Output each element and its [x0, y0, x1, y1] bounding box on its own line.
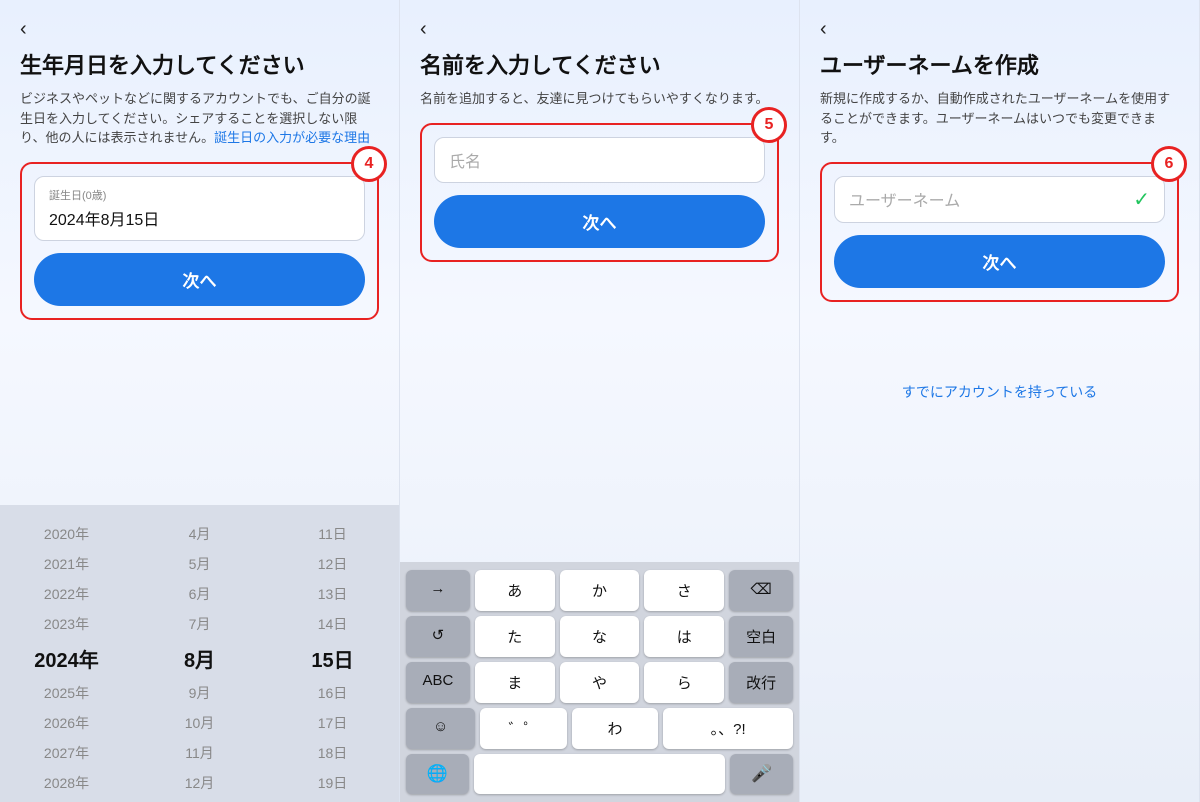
day-15[interactable]: 15日 [266, 639, 399, 678]
next-button-3[interactable]: 次へ [834, 235, 1165, 288]
year-2023[interactable]: 2023年 [0, 609, 133, 639]
screen-name: ‹ 名前を入力してください 名前を追加すると、友達に見つけてもらいやすくなります… [400, 0, 800, 802]
kb-delete-key[interactable]: ⌫ [729, 570, 793, 611]
kb-wa-key[interactable]: わ [572, 708, 659, 749]
month-8[interactable]: 8月 [133, 639, 266, 678]
month-4[interactable]: 4月 [133, 519, 266, 549]
screen1-highlight: 4 誕生日(0歳) 2024年8月15日 次へ [20, 162, 379, 320]
username-placeholder: ユーザーネーム [849, 187, 960, 211]
checkmark-icon: ✓ [1133, 187, 1150, 212]
screen1-title: 生年月日を入力してください [20, 53, 379, 79]
kb-row-3: ABC ま や ら 改行 [406, 662, 793, 703]
back-button-1[interactable]: ‹ [20, 18, 379, 41]
screen3-desc: 新規に作成するか、自動作成されたユーザーネームを使用することができます。ユーザー… [820, 89, 1179, 148]
day-11[interactable]: 11日 [266, 519, 399, 549]
kb-spacebar[interactable] [474, 754, 725, 794]
birthday-input-value: 2024年8月15日 [49, 206, 350, 230]
month-12[interactable]: 12月 [133, 768, 266, 798]
screen3-top: ‹ ユーザーネームを作成 新規に作成するか、自動作成されたユーザーネームを使用す… [800, 0, 1199, 428]
month-col[interactable]: 4月 5月 6月 7月 8月 9月 10月 11月 12月 [133, 515, 266, 802]
screen3-highlight: 6 ユーザーネーム ✓ 次へ [820, 162, 1179, 302]
kb-row-1: → あ か さ ⌫ [406, 570, 793, 611]
kb-abc-key[interactable]: ABC [406, 662, 470, 703]
year-2024[interactable]: 2024年 [0, 639, 133, 678]
next-button-1[interactable]: 次へ [34, 253, 365, 306]
username-input[interactable]: ユーザーネーム ✓ [834, 176, 1165, 223]
kb-row-4: ☺ ゛゜ わ 。、?! [406, 708, 793, 749]
year-2028[interactable]: 2028年 [0, 768, 133, 798]
day-19[interactable]: 19日 [266, 768, 399, 798]
day-17[interactable]: 17日 [266, 708, 399, 738]
month-10[interactable]: 10月 [133, 708, 266, 738]
kb-undo-key[interactable]: ↺ [406, 616, 470, 657]
screen3-title: ユーザーネームを作成 [820, 53, 1179, 79]
back-button-3[interactable]: ‹ [820, 18, 1179, 41]
japanese-keyboard[interactable]: → あ か さ ⌫ ↺ た な は 空白 ABC ま や ら 改行 ☺ [400, 562, 799, 802]
kb-na-key[interactable]: な [560, 616, 640, 657]
kb-dakuten-key[interactable]: ゛゜ [480, 708, 567, 749]
screen2-title: 名前を入力してください [420, 53, 779, 79]
screen2-top: ‹ 名前を入力してください 名前を追加すると、友達に見つけてもらいやすくなります… [400, 0, 799, 284]
back-button-2[interactable]: ‹ [420, 18, 779, 41]
year-col[interactable]: 2020年 2021年 2022年 2023年 2024年 2025年 2026… [0, 515, 133, 802]
already-have-account: すでにアカウントを持っている [820, 368, 1179, 412]
day-14[interactable]: 14日 [266, 609, 399, 639]
kb-space-key[interactable]: 空白 [729, 616, 793, 657]
birthday-reason-link[interactable]: 誕生日の入力が必要な理由 [214, 130, 370, 145]
kb-return-key[interactable]: 改行 [729, 662, 793, 703]
name-placeholder: 氏名 [449, 148, 750, 172]
year-2025[interactable]: 2025年 [0, 678, 133, 708]
step-badge-5: 5 [751, 107, 787, 143]
screen2-desc: 名前を追加すると、友達に見つけてもらいやすくなります。 [420, 89, 779, 109]
screen1-top: ‹ 生年月日を入力してください ビジネスやペットなどに関するアカウントでも、ご自… [0, 0, 399, 342]
month-9[interactable]: 9月 [133, 678, 266, 708]
month-5[interactable]: 5月 [133, 549, 266, 579]
kb-punct-key[interactable]: 。、?! [663, 708, 793, 749]
name-input[interactable]: 氏名 [434, 137, 765, 183]
step-badge-6: 6 [1151, 146, 1187, 182]
kb-ha-key[interactable]: は [644, 616, 724, 657]
kb-a-key[interactable]: あ [475, 570, 555, 611]
username-input-inner: ユーザーネーム ✓ [849, 187, 1150, 212]
next-button-2[interactable]: 次へ [434, 195, 765, 248]
day-13[interactable]: 13日 [266, 579, 399, 609]
screen-username: ‹ ユーザーネームを作成 新規に作成するか、自動作成されたユーザーネームを使用す… [800, 0, 1200, 802]
day-col[interactable]: 11日 12日 13日 14日 15日 16日 17日 18日 19日 [266, 515, 399, 802]
kb-row-2: ↺ た な は 空白 [406, 616, 793, 657]
year-2026[interactable]: 2026年 [0, 708, 133, 738]
kb-ka-key[interactable]: か [560, 570, 640, 611]
day-16[interactable]: 16日 [266, 678, 399, 708]
step-badge-4: 4 [351, 146, 387, 182]
day-12[interactable]: 12日 [266, 549, 399, 579]
empty-space [820, 308, 1179, 368]
year-2027[interactable]: 2027年 [0, 738, 133, 768]
kb-emoji-key[interactable]: ☺ [406, 708, 475, 749]
kb-arrow-key[interactable]: → [406, 570, 470, 611]
screen1-desc: ビジネスやペットなどに関するアカウントでも、ご自分の誕生日を入力してください。シ… [20, 89, 379, 148]
screen-birthday: ‹ 生年月日を入力してください ビジネスやペットなどに関するアカウントでも、ご自… [0, 0, 400, 802]
already-have-link[interactable]: すでにアカウントを持っている [902, 384, 1097, 400]
kb-ta-key[interactable]: た [475, 616, 555, 657]
kb-ra-key[interactable]: ら [644, 662, 724, 703]
kb-ma-key[interactable]: ま [475, 662, 555, 703]
kb-sa-key[interactable]: さ [644, 570, 724, 611]
year-2021[interactable]: 2021年 [0, 549, 133, 579]
kb-ya-key[interactable]: や [560, 662, 640, 703]
screen2-highlight: 5 氏名 次へ [420, 123, 779, 262]
kb-globe-key[interactable]: 🌐 [406, 754, 469, 794]
month-6[interactable]: 6月 [133, 579, 266, 609]
kb-bottom-row: 🌐 🎤 [406, 754, 793, 794]
year-2020[interactable]: 2020年 [0, 519, 133, 549]
birthday-input-label: 誕生日(0歳) [49, 187, 350, 203]
month-7[interactable]: 7月 [133, 609, 266, 639]
year-2022[interactable]: 2022年 [0, 579, 133, 609]
date-picker[interactable]: 2020年 2021年 2022年 2023年 2024年 2025年 2026… [0, 505, 399, 802]
birthday-input[interactable]: 誕生日(0歳) 2024年8月15日 [34, 176, 365, 241]
month-11[interactable]: 11月 [133, 738, 266, 768]
screen2-bottom: → あ か さ ⌫ ↺ た な は 空白 ABC ま や ら 改行 ☺ [400, 284, 799, 802]
screen1-bottom: 2020年 2021年 2022年 2023年 2024年 2025年 2026… [0, 342, 399, 802]
day-18[interactable]: 18日 [266, 738, 399, 768]
kb-mic-key[interactable]: 🎤 [730, 754, 793, 794]
